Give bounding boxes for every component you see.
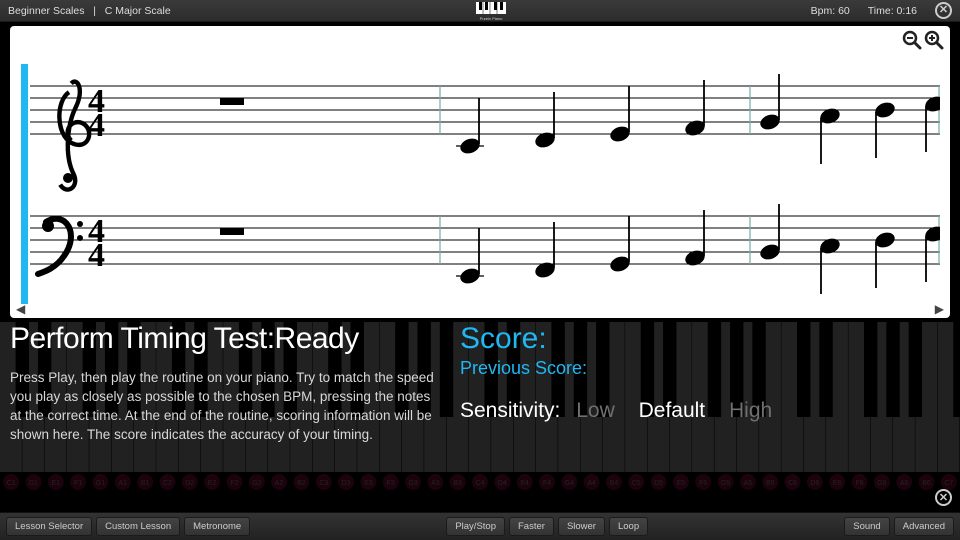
app-logo: Purely Piano	[171, 2, 811, 20]
score-label: Score:	[460, 322, 950, 356]
score-panel: ◀ ▶ 4444	[10, 26, 950, 318]
svg-text:4: 4	[88, 107, 105, 144]
btn-custom-lesson[interactable]: Custom Lesson	[96, 517, 180, 536]
top-bar: Beginner Scales | C Major Scale Purely P…	[0, 0, 960, 22]
zoom-in-icon[interactable]	[924, 30, 944, 50]
close-icon[interactable]: ✕	[935, 2, 952, 19]
sensitivity-high[interactable]: High	[729, 399, 772, 422]
btn-metronome[interactable]: Metronome	[184, 517, 250, 536]
info-area: Perform Timing Test:Ready Press Play, th…	[10, 322, 950, 502]
btn-faster[interactable]: Faster	[509, 517, 554, 536]
close-panel-icon[interactable]: ✕	[935, 489, 952, 506]
timing-instructions: Press Play, then play the routine on you…	[10, 368, 440, 445]
btn-lesson-selector[interactable]: Lesson Selector	[6, 517, 92, 536]
time-indicator: Time: 0:16	[868, 5, 917, 17]
svg-text:4: 4	[88, 237, 105, 274]
sensitivity-label: Sensitivity:	[460, 399, 560, 422]
svg-text:Purely Piano: Purely Piano	[479, 16, 502, 20]
btn-play-stop[interactable]: Play/Stop	[446, 517, 505, 536]
playhead	[21, 64, 28, 304]
bottom-bar: Lesson SelectorCustom LessonMetronome Pl…	[0, 512, 960, 540]
sensitivity-default[interactable]: Default	[639, 399, 706, 422]
btn-loop[interactable]: Loop	[609, 517, 648, 536]
sensitivity-row: Sensitivity: Low Default High	[460, 399, 950, 423]
btn-advanced[interactable]: Advanced	[894, 517, 954, 536]
lesson-name: C Major Scale	[105, 5, 171, 17]
bpm-indicator: Bpm: 60	[811, 5, 850, 17]
sensitivity-low[interactable]: Low	[576, 399, 615, 422]
timing-test-title: Perform Timing Test:Ready	[10, 322, 440, 356]
lesson-category: Beginner Scales	[8, 5, 84, 17]
previous-score-label: Previous Score:	[460, 358, 950, 379]
lesson-breadcrumb: Beginner Scales | C Major Scale	[8, 5, 171, 17]
scroll-left-icon[interactable]: ◀	[16, 302, 25, 316]
btn-slower[interactable]: Slower	[558, 517, 605, 536]
zoom-out-icon[interactable]	[902, 30, 922, 50]
btn-sound[interactable]: Sound	[844, 517, 889, 536]
music-staff: 4444	[30, 56, 940, 316]
